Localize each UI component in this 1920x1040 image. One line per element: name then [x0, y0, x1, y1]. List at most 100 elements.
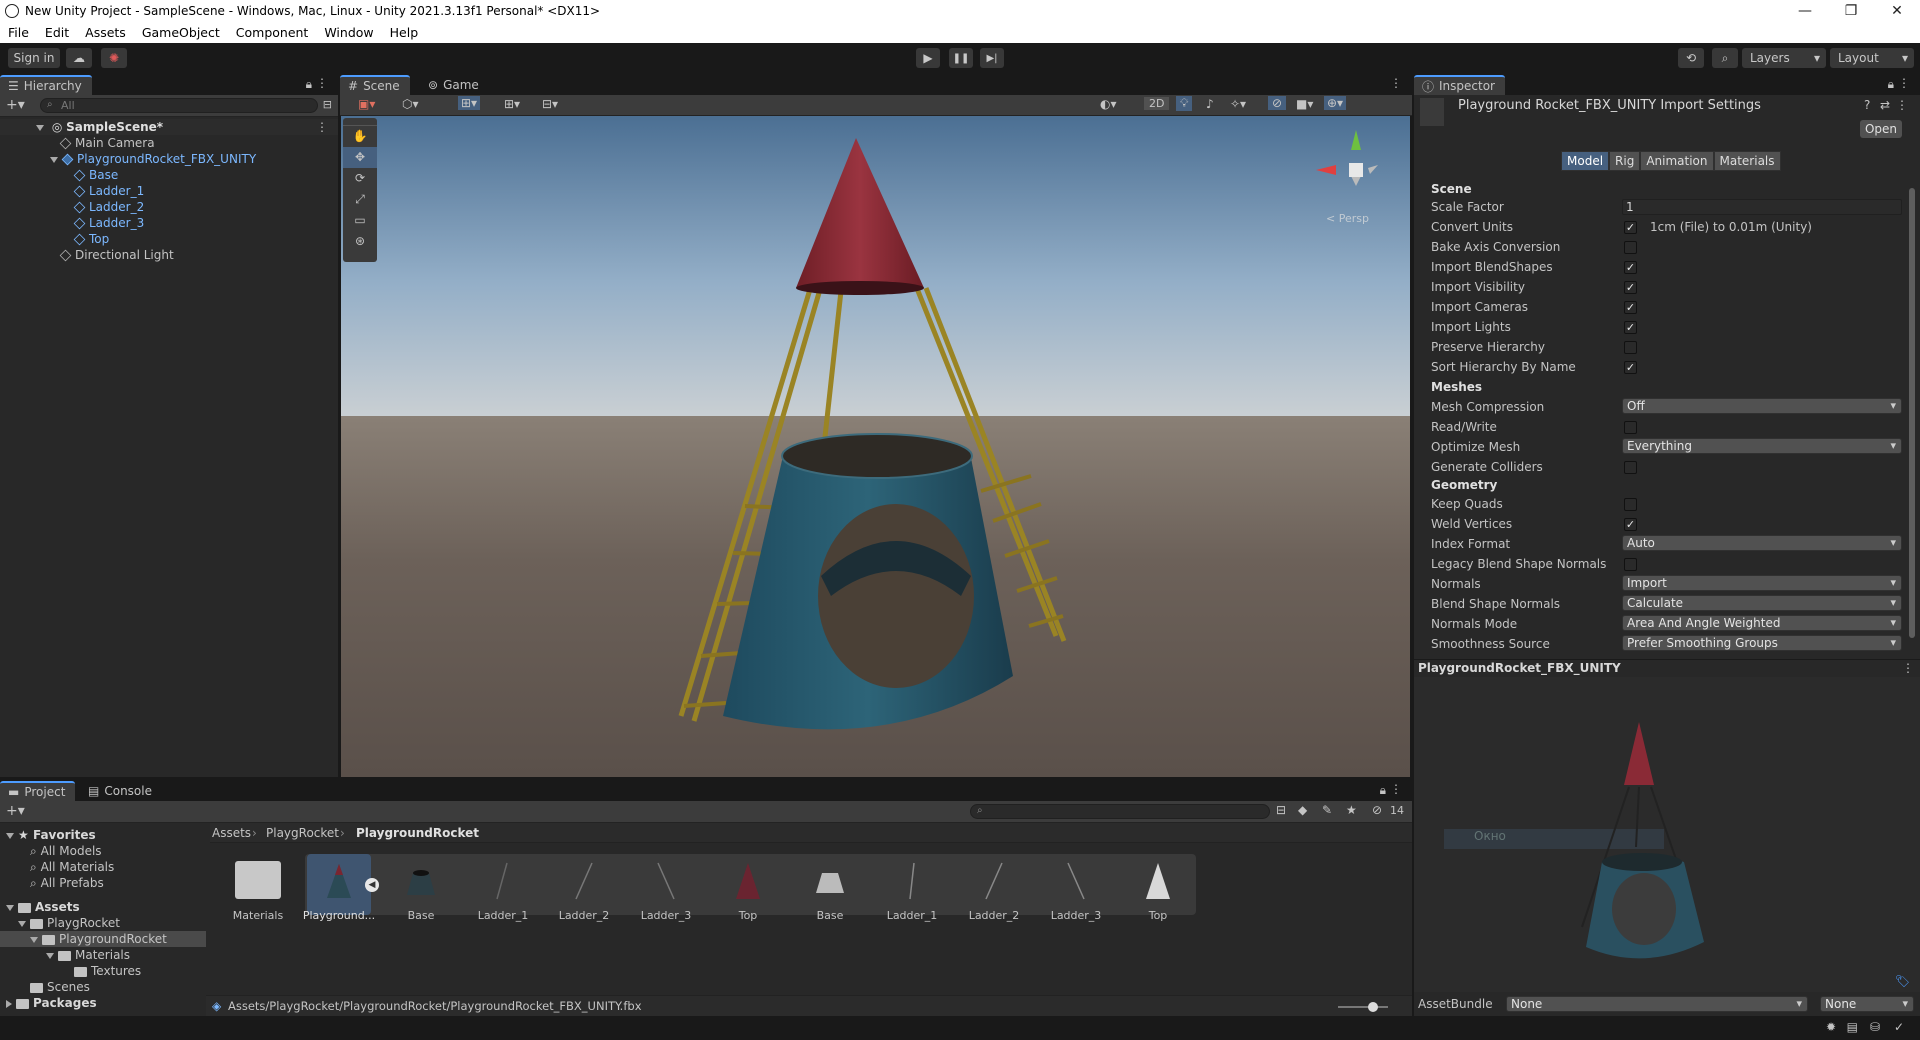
convert-units-checkbox[interactable]: ✓: [1624, 221, 1637, 234]
menu-edit[interactable]: Edit: [37, 25, 77, 40]
camera-icon[interactable]: ■▾: [1296, 97, 1313, 111]
blend-normals-dropdown[interactable]: Calculate: [1622, 595, 1902, 611]
hierarchy-item-ladder-2[interactable]: Ladder_2: [0, 199, 338, 215]
expand-icon[interactable]: [6, 999, 12, 1008]
import-cameras-checkbox[interactable]: ✓: [1624, 301, 1637, 314]
expand-icon[interactable]: [36, 124, 44, 131]
increment-snap-icon[interactable]: ⊟▾: [542, 97, 558, 111]
layers-dropdown[interactable]: Layers ▾: [1742, 48, 1826, 68]
hidden-packages-icon[interactable]: ⊘: [1372, 803, 1382, 817]
tree-playgroundrocket[interactable]: PlaygroundRocket: [0, 931, 206, 947]
layout-dropdown[interactable]: Layout ▾: [1830, 48, 1914, 68]
kebab-menu-icon[interactable]: ⋮: [316, 119, 328, 135]
normals-mode-dropdown[interactable]: Area And Angle Weighted: [1622, 615, 1902, 631]
import-visibility-checkbox[interactable]: ✓: [1624, 281, 1637, 294]
effects-icon[interactable]: ✧▾: [1230, 97, 1246, 111]
kebab-menu-icon[interactable]: ⋮: [316, 76, 328, 90]
favorites-row[interactable]: ★ Favorites: [0, 827, 206, 843]
slider-thumb[interactable]: [1368, 1002, 1378, 1012]
scale-factor-field[interactable]: 1: [1622, 199, 1902, 215]
tab-hierarchy[interactable]: ☰ Hierarchy: [0, 75, 92, 95]
subtab-rig[interactable]: Rig: [1609, 151, 1641, 171]
bake-axis-checkbox[interactable]: [1624, 241, 1637, 254]
menu-component[interactable]: Component: [228, 25, 317, 40]
grid-toggle-icon[interactable]: ⊞▾: [504, 97, 520, 111]
rotate-tool-icon[interactable]: ⟳: [343, 168, 377, 189]
mesh-compression-dropdown[interactable]: Off: [1622, 398, 1902, 414]
add-icon[interactable]: +▾: [6, 97, 25, 113]
assets-root-row[interactable]: Assets: [0, 899, 206, 915]
kebab-menu-icon[interactable]: ⋮: [1896, 98, 1908, 112]
weld-vertices-checkbox[interactable]: ✓: [1624, 518, 1637, 531]
lock-icon[interactable]: 🔒︎: [306, 77, 312, 92]
collapse-arrow-icon[interactable]: ◀: [365, 878, 379, 892]
star-icon[interactable]: ★: [1346, 803, 1357, 817]
asset-base-mesh-2[interactable]: Base: [790, 861, 870, 922]
asset-materials-folder[interactable]: Materials: [218, 861, 298, 922]
tab-game[interactable]: ⊚ Game: [420, 75, 489, 95]
hidden-objects-icon[interactable]: ⊘: [1268, 96, 1287, 110]
kebab-menu-icon[interactable]: ⋮: [1390, 782, 1402, 796]
expand-icon[interactable]: [30, 936, 38, 943]
tree-playgrocket[interactable]: PlaygRocket: [0, 915, 206, 931]
hierarchy-item-playground-rocket[interactable]: PlaygroundRocket_FBX_UNITY: [0, 151, 338, 167]
settings-icon[interactable]: ⇄: [1880, 98, 1890, 112]
kebab-menu-icon[interactable]: ⋮: [1390, 76, 1402, 90]
restore-icon[interactable]: ❐: [1828, 0, 1874, 22]
draw-mode-icon[interactable]: ▣▾: [358, 97, 375, 111]
preserve-hierarchy-checkbox[interactable]: [1624, 341, 1637, 354]
move-tool-icon[interactable]: ✥: [343, 147, 377, 168]
minimize-icon[interactable]: —: [1782, 0, 1828, 22]
read-write-checkbox[interactable]: [1624, 421, 1637, 434]
project-search-input[interactable]: ⌕: [970, 804, 1270, 819]
menu-gameobject[interactable]: GameObject: [134, 25, 228, 40]
expand-icon[interactable]: [18, 920, 26, 927]
cache-icon[interactable]: ⛁: [1870, 1020, 1880, 1034]
asset-ladder1-mesh[interactable]: Ladder_1: [463, 861, 543, 922]
keep-quads-checkbox[interactable]: [1624, 498, 1637, 511]
tag-icon[interactable]: 🏷︎: [1895, 974, 1910, 988]
kebab-menu-icon[interactable]: ⋮: [1902, 661, 1914, 675]
tree-materials[interactable]: Materials: [0, 947, 206, 963]
sign-in-button[interactable]: Sign in: [8, 48, 60, 68]
add-icon[interactable]: +▾: [6, 803, 25, 819]
play-icon[interactable]: ▶: [916, 48, 940, 68]
legacy-blend-checkbox[interactable]: [1624, 558, 1637, 571]
search-icon[interactable]: ⌕: [1712, 48, 1738, 68]
hierarchy-item-top[interactable]: Top: [0, 231, 338, 247]
pause-icon[interactable]: ❚❚: [949, 48, 973, 68]
menu-help[interactable]: Help: [382, 25, 427, 40]
asset-ladder1-mesh-2[interactable]: Ladder_1: [872, 861, 952, 922]
normals-dropdown[interactable]: Import: [1622, 575, 1902, 591]
progress-icon[interactable]: ✓: [1894, 1020, 1904, 1034]
snap-grid-icon[interactable]: ⊞▾: [458, 96, 481, 110]
tab-console[interactable]: ▤ Console: [80, 781, 162, 801]
hierarchy-item-main-camera[interactable]: Main Camera: [0, 135, 338, 151]
collab-icon[interactable]: ✺: [101, 48, 127, 68]
assetbundle-variant-dropdown[interactable]: None: [1820, 996, 1914, 1012]
packages-row[interactable]: Packages: [0, 995, 206, 1011]
subtab-animation[interactable]: Animation: [1640, 151, 1714, 171]
menu-window[interactable]: Window: [316, 25, 381, 40]
asset-ladder3-mesh[interactable]: Ladder_3: [626, 861, 706, 922]
hierarchy-item-directional-light[interactable]: Directional Light: [0, 247, 338, 263]
breadcrumb-playgrocket[interactable]: PlaygRocket: [266, 826, 339, 840]
bug-icon[interactable]: ✹: [1826, 1020, 1836, 1034]
search-by-label-icon[interactable]: ◆: [1298, 803, 1307, 817]
filter-icon[interactable]: ⊟: [323, 98, 332, 111]
tree-textures[interactable]: Textures: [0, 963, 206, 979]
tools-drag-handle[interactable]: [343, 118, 377, 126]
server-icon[interactable]: ▤: [1847, 1020, 1858, 1034]
import-blendshapes-checkbox[interactable]: ✓: [1624, 261, 1637, 274]
menu-file[interactable]: File: [0, 25, 37, 40]
rect-tool-icon[interactable]: ▭: [343, 210, 377, 231]
icon-size-slider[interactable]: [1338, 1002, 1388, 1012]
close-icon[interactable]: ✕: [1874, 0, 1920, 22]
asset-playground-model[interactable]: Playground...: [299, 861, 379, 922]
tag-icon[interactable]: ✎: [1322, 803, 1332, 817]
perspective-label[interactable]: < Persp: [1326, 212, 1369, 225]
audio-icon[interactable]: ♪: [1206, 97, 1214, 111]
lock-icon[interactable]: 🔒︎: [1888, 77, 1894, 92]
fav-all-models[interactable]: ⌕ All Models: [0, 843, 206, 859]
sort-hierarchy-checkbox[interactable]: ✓: [1624, 361, 1637, 374]
